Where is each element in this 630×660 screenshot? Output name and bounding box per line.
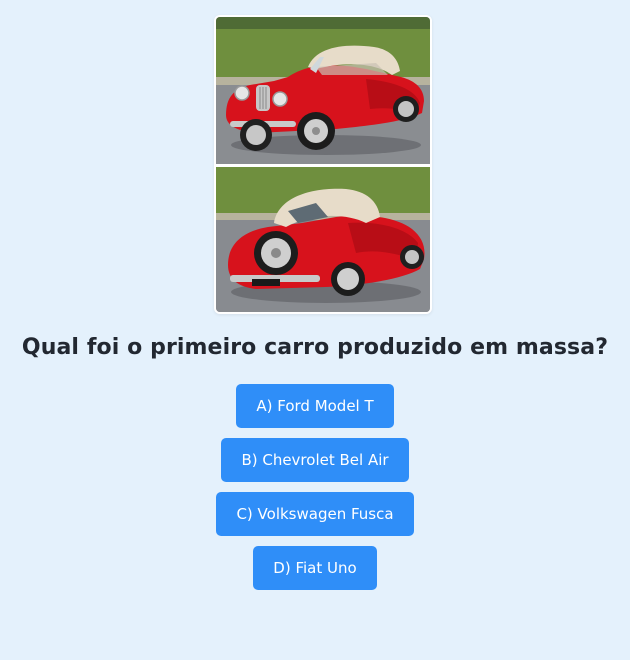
car-front-view bbox=[216, 17, 430, 164]
answer-button-a[interactable]: A) Ford Model T bbox=[236, 384, 394, 428]
vintage-car-photo-icon bbox=[216, 17, 430, 312]
answer-list: A) Ford Model T B) Chevrolet Bel Air C) … bbox=[0, 384, 630, 590]
car-photo bbox=[214, 15, 432, 314]
answer-button-c[interactable]: C) Volkswagen Fusca bbox=[216, 492, 414, 536]
answer-button-d[interactable]: D) Fiat Uno bbox=[253, 546, 377, 590]
quiz-page: Qual foi o primeiro carro produzido em m… bbox=[0, 0, 630, 660]
car-rear-view bbox=[216, 167, 430, 312]
question-title: Qual foi o primeiro carro produzido em m… bbox=[21, 335, 609, 360]
answer-button-b[interactable]: B) Chevrolet Bel Air bbox=[221, 438, 409, 482]
